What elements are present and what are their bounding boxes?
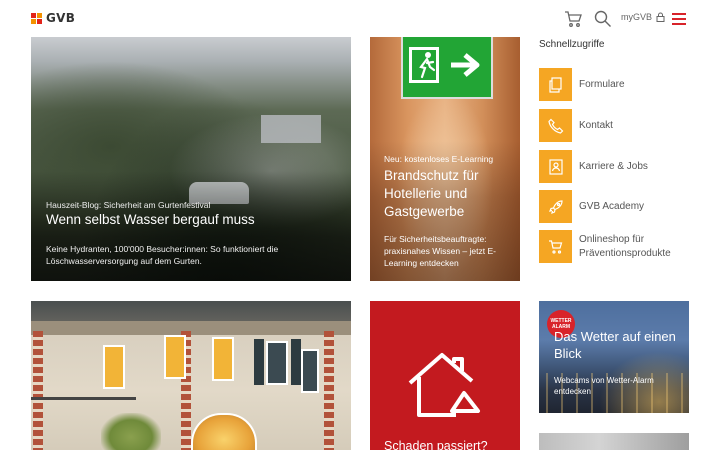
teaser-title: Wenn selbst Wasser bergauf muss [46,212,255,227]
quicklink-label: Onlineshop für Präventionsprodukte [579,234,671,259]
quicklink-label: Kontakt [579,120,613,131]
teaser-schaden-melden[interactable]: Schaden passiert? [370,301,520,450]
gvb-logo[interactable]: GVB [31,11,75,25]
quicklink-label: Formulare [579,79,625,90]
quicklink-label: Karriere & Jobs [579,161,648,172]
teaser-description: Webcams von Wetter-Alarm entdecken [554,376,654,396]
teaser-eyebrow: Hauszeit-Blog: Sicherheit am Gurtenfesti… [46,200,211,210]
teaser-description: Für Sicherheitsbeauftragte: praxisnahes … [384,234,496,268]
house-damage-icon [408,353,480,417]
mygvb-label: myGVB [621,12,653,22]
id-card-icon [539,150,572,183]
gvb-logo-mark-icon [31,12,42,24]
teaser-wetter-alarm[interactable]: WETTER ALARM Das Wetter auf einen Blick … [539,301,689,413]
teaser-description: Keine Hydranten, 100'000 Besucher:innen:… [46,244,279,266]
teaser-brandschutz-elearning[interactable]: Neu: kostenloses E-Learning Brandschutz … [370,37,520,281]
teaser-house-photo[interactable] [31,301,351,450]
cart-icon[interactable] [563,9,583,29]
teaser-gurtenfestival[interactable]: Hauszeit-Blog: Sicherheit am Gurtenfesti… [31,37,351,281]
site-header: GVB myGVB [0,0,720,38]
rocket-icon [539,190,572,223]
quicklink-academy[interactable]: GVB Academy [539,190,704,224]
hamburger-menu-icon[interactable] [672,13,686,25]
document-icon [539,68,572,101]
quicklink-kontakt[interactable]: Kontakt [539,109,704,143]
teaser-partial-photo[interactable] [539,433,689,450]
quicklink-formulare[interactable]: Formulare [539,68,704,102]
teaser-title: Brandschutz für Hotellerie und Gastgewer… [384,168,479,219]
cart-icon [539,230,572,263]
mygvb-login-link[interactable]: myGVB [621,12,665,22]
phone-icon [539,109,572,142]
quicklink-karriere[interactable]: Karriere & Jobs [539,150,704,184]
teaser-title: Das Wetter auf einen Blick [554,329,676,361]
quicklinks-title: Schnellzugriffe [539,39,605,50]
quicklink-label: GVB Academy [579,201,645,212]
search-icon[interactable] [593,9,613,29]
lock-icon [656,12,665,22]
teaser-eyebrow: Neu: kostenloses E-Learning [384,154,494,164]
teaser-title: Schaden passiert? [384,439,488,450]
quicklink-onlineshop[interactable]: Onlineshop für Präventionsprodukte [539,230,704,266]
emergency-exit-sign-icon [401,37,493,99]
logo-text: GVB [46,11,76,25]
